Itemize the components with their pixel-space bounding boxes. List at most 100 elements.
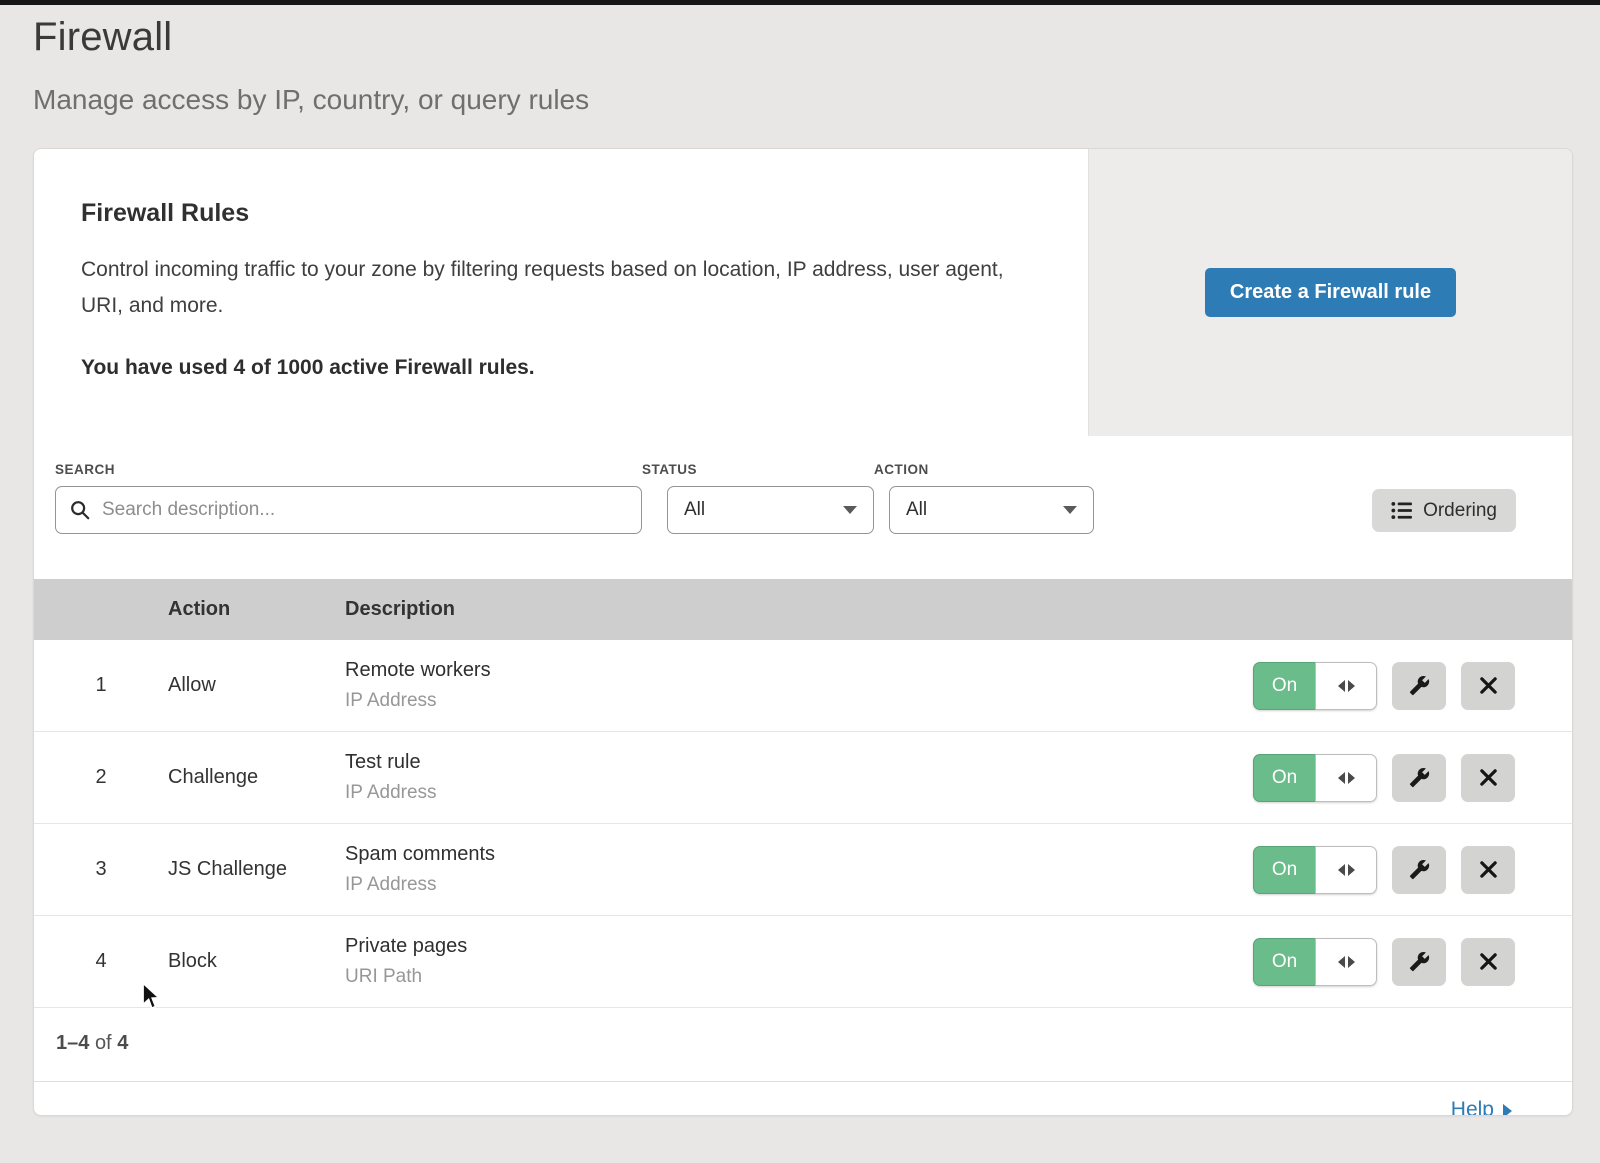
wrench-icon	[1409, 767, 1430, 788]
arrow-right-icon	[1348, 864, 1355, 876]
rule-description: Spam comments	[345, 843, 1253, 866]
rule-enabled-toggle[interactable]: On	[1253, 846, 1377, 894]
rule-action: JS Challenge	[168, 858, 345, 881]
search-icon	[69, 499, 91, 521]
search-field-wrap	[55, 486, 642, 534]
list-ordering-icon	[1391, 501, 1412, 520]
toggle-state-label: On	[1253, 938, 1315, 986]
usage-summary: You have used 4 of 1000 active Firewall …	[81, 356, 1028, 380]
toggle-state-label: On	[1253, 662, 1315, 710]
chevron-down-icon	[843, 506, 857, 514]
rules-table: Action Description 1 Allow Remote worker…	[34, 579, 1572, 1008]
action-label: ACTION	[874, 462, 1094, 477]
rule-priority: 3	[34, 858, 168, 881]
search-filter-group: SEARCH	[55, 462, 642, 534]
delete-rule-button[interactable]	[1461, 938, 1515, 986]
search-input[interactable]	[55, 486, 642, 534]
chevron-down-icon	[1063, 506, 1077, 514]
action-selected-value: All	[906, 499, 927, 521]
rule-action: Challenge	[168, 766, 345, 789]
arrow-left-icon	[1338, 680, 1345, 692]
action-column-header: Action	[168, 598, 345, 621]
table-row: 4 Block Private pages URI Path On	[34, 916, 1572, 1008]
ordering-button[interactable]: Ordering	[1372, 489, 1516, 532]
delete-rule-button[interactable]	[1461, 754, 1515, 802]
delete-rule-button[interactable]	[1461, 846, 1515, 894]
rule-action: Allow	[168, 674, 345, 697]
caret-right-icon	[1503, 1104, 1512, 1116]
arrow-right-icon	[1348, 680, 1355, 692]
toggle-state-label: On	[1253, 754, 1315, 802]
rule-priority: 2	[34, 766, 168, 789]
rule-description: Test rule	[345, 751, 1253, 774]
table-row: 3 JS Challenge Spam comments IP Address …	[34, 824, 1572, 916]
table-row: 1 Allow Remote workers IP Address On	[34, 640, 1572, 732]
edit-rule-button[interactable]	[1392, 846, 1446, 894]
toggle-handle[interactable]	[1315, 754, 1377, 802]
status-selected-value: All	[684, 499, 705, 521]
page-header: Firewall Manage access by IP, country, o…	[0, 5, 1600, 116]
create-rule-panel: Create a Firewall rule	[1088, 149, 1572, 436]
arrow-left-icon	[1338, 956, 1345, 968]
search-label: SEARCH	[55, 462, 642, 477]
description-column-header: Description	[345, 598, 1572, 621]
filters-bar: SEARCH STATUS All ACTION All	[34, 436, 1572, 534]
mouse-cursor	[141, 982, 161, 1011]
rule-enabled-toggle[interactable]: On	[1253, 662, 1377, 710]
toggle-handle[interactable]	[1315, 938, 1377, 986]
rule-match-type: IP Address	[345, 690, 1253, 712]
rule-description-cell: Test rule IP Address	[345, 751, 1253, 804]
rule-description-cell: Spam comments IP Address	[345, 843, 1253, 896]
rule-description-cell: Remote workers IP Address	[345, 659, 1253, 712]
edit-rule-button[interactable]	[1392, 938, 1446, 986]
rule-match-type: IP Address	[345, 782, 1253, 804]
status-select[interactable]: All	[667, 486, 874, 534]
rule-priority: 4	[34, 950, 168, 973]
pagination-total: 4	[117, 1032, 128, 1054]
card-intro: Firewall Rules Control incoming traffic …	[34, 149, 1088, 436]
close-icon	[1479, 676, 1498, 695]
action-select[interactable]: All	[889, 486, 1094, 534]
wrench-icon	[1409, 675, 1430, 696]
rule-enabled-toggle[interactable]: On	[1253, 754, 1377, 802]
rule-description-cell: Private pages URI Path	[345, 935, 1253, 988]
create-firewall-rule-button[interactable]: Create a Firewall rule	[1205, 268, 1456, 317]
rule-controls: On	[1253, 662, 1572, 710]
rule-description: Private pages	[345, 935, 1253, 958]
delete-rule-button[interactable]	[1461, 662, 1515, 710]
rule-controls: On	[1253, 846, 1572, 894]
rule-match-type: URI Path	[345, 966, 1253, 988]
toggle-state-label: On	[1253, 846, 1315, 894]
wrench-icon	[1409, 859, 1430, 880]
pagination-of: of	[95, 1032, 112, 1054]
rule-enabled-toggle[interactable]: On	[1253, 938, 1377, 986]
arrow-left-icon	[1338, 864, 1345, 876]
card-heading: Firewall Rules	[81, 199, 1028, 228]
status-label: STATUS	[642, 462, 874, 477]
rule-priority: 1	[34, 674, 168, 697]
arrow-right-icon	[1348, 772, 1355, 784]
card-description: Control incoming traffic to your zone by…	[81, 252, 1028, 324]
table-row: 2 Challenge Test rule IP Address On	[34, 732, 1572, 824]
pagination-range: 1–4	[56, 1032, 89, 1054]
close-icon	[1479, 860, 1498, 879]
edit-rule-button[interactable]	[1392, 754, 1446, 802]
action-filter-group: ACTION All	[874, 462, 1094, 534]
rule-controls: On	[1253, 938, 1572, 986]
help-link-label: Help	[1451, 1098, 1494, 1116]
arrow-right-icon	[1348, 956, 1355, 968]
help-link[interactable]: Help	[1451, 1098, 1512, 1116]
edit-rule-button[interactable]	[1392, 662, 1446, 710]
wrench-icon	[1409, 951, 1430, 972]
arrow-left-icon	[1338, 772, 1345, 784]
toggle-handle[interactable]	[1315, 846, 1377, 894]
table-header-row: Action Description	[34, 579, 1572, 640]
page-title: Firewall	[33, 15, 1600, 60]
status-filter-group: STATUS All	[642, 462, 874, 534]
rule-action: Block	[168, 950, 345, 973]
card-top-section: Firewall Rules Control incoming traffic …	[34, 149, 1572, 436]
ordering-button-label: Ordering	[1423, 500, 1497, 522]
page-subtitle: Manage access by IP, country, or query r…	[33, 84, 1600, 116]
card-footer: Help	[34, 1081, 1572, 1116]
toggle-handle[interactable]	[1315, 662, 1377, 710]
